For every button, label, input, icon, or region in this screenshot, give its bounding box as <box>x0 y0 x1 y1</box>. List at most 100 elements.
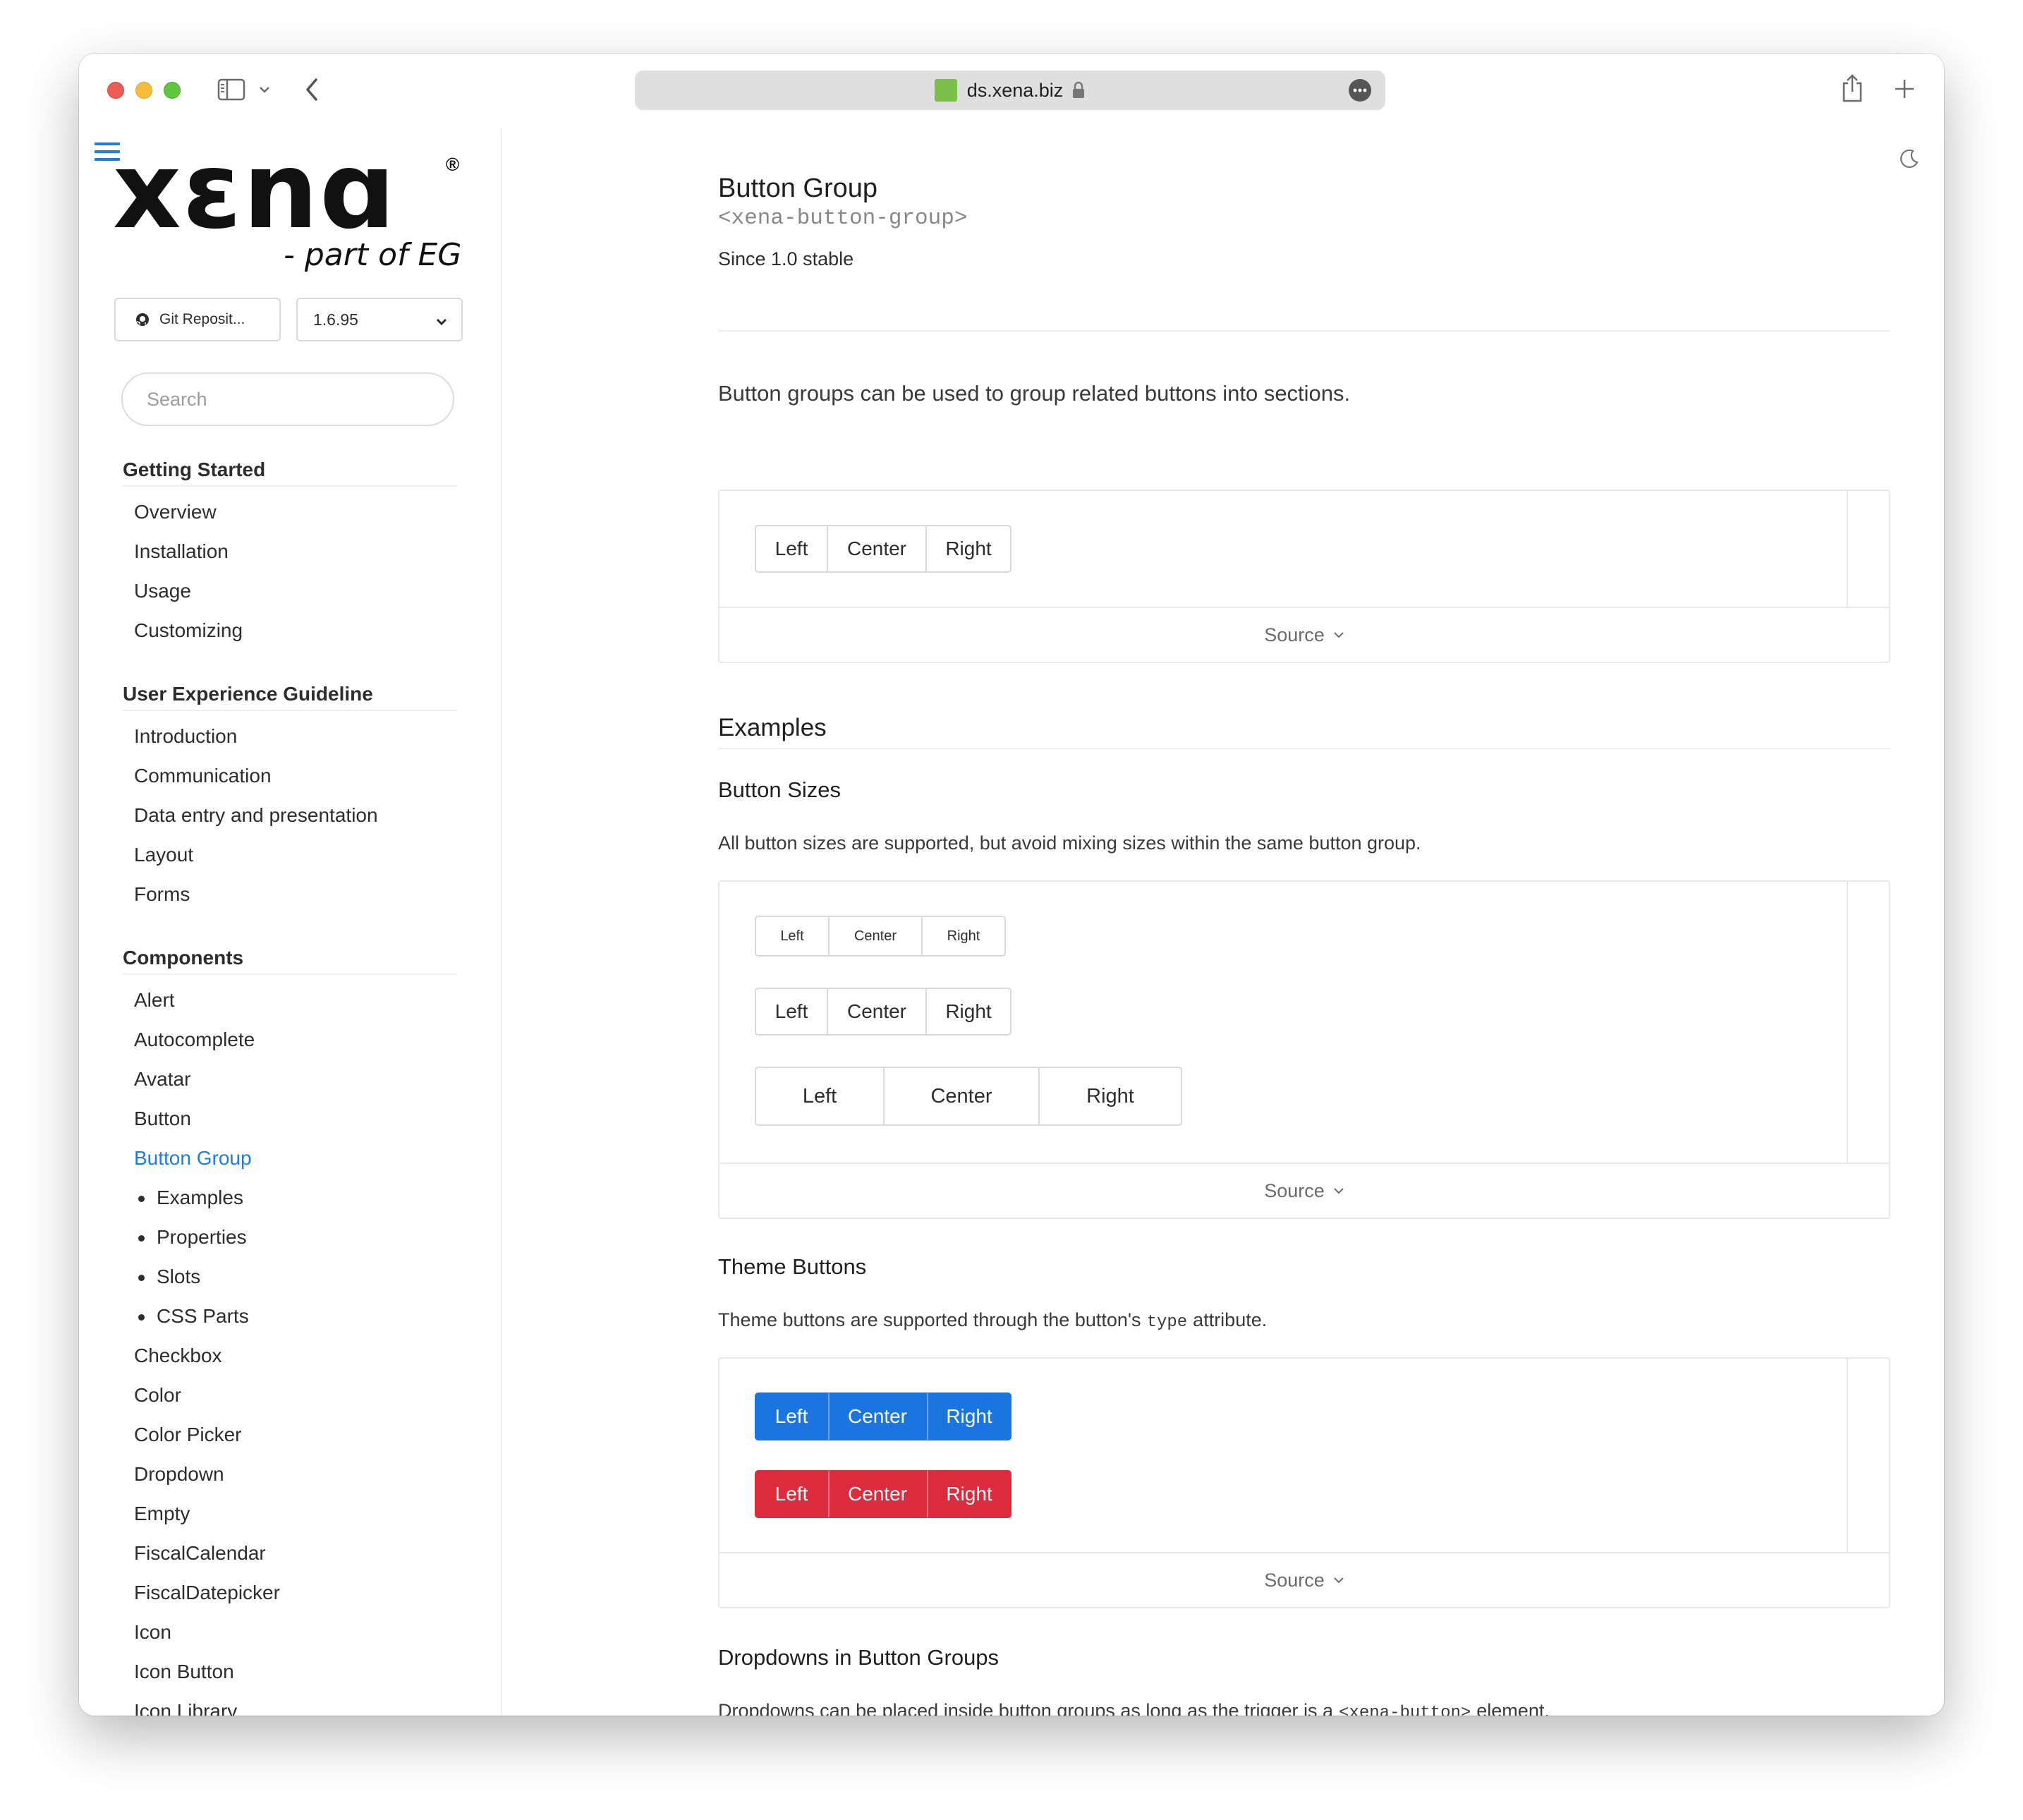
chevron-down-icon <box>1333 1577 1344 1584</box>
nav-heading: User Experience Guideline <box>123 683 457 711</box>
nav-item-empty[interactable]: Empty <box>123 1494 457 1534</box>
nav-item-fiscaldatepicker[interactable]: FiscalDatepicker <box>123 1573 457 1613</box>
nav-item-fiscalcalendar[interactable]: FiscalCalendar <box>123 1534 457 1573</box>
divider <box>718 330 1890 332</box>
nav-item-overview[interactable]: Overview <box>123 492 457 532</box>
demo-preview: Left Center Right Left Center Right Left… <box>719 882 1848 1164</box>
moon-icon[interactable] <box>1899 148 1920 173</box>
nav-item-avatar[interactable]: Avatar <box>123 1060 457 1099</box>
center-button[interactable]: Center <box>830 916 923 957</box>
site-favicon <box>934 79 957 102</box>
source-toggle[interactable]: Source <box>719 1163 1889 1218</box>
center-button[interactable]: Center <box>828 525 927 573</box>
plus-icon[interactable] <box>1890 75 1919 103</box>
button-group-primary: Left Center Right <box>755 1393 1012 1440</box>
address-bar[interactable]: ds.xena.biz <box>635 71 1385 110</box>
center-button[interactable]: Center <box>885 1067 1040 1126</box>
nav-subitem-css-parts[interactable]: CSS Parts <box>123 1297 457 1336</box>
chevron-down-icon[interactable] <box>257 80 272 99</box>
browser-toolbar: ds.xena.biz <box>79 54 1944 128</box>
back-icon[interactable] <box>299 75 324 104</box>
left-button[interactable]: Left <box>755 916 830 957</box>
center-button[interactable]: Center <box>828 1393 927 1440</box>
nav-subitem-slots[interactable]: Slots <box>123 1257 457 1297</box>
source-toggle[interactable]: Source <box>719 607 1889 662</box>
theme-buttons-heading: Theme Buttons <box>718 1254 867 1279</box>
dropdowns-text: Dropdowns can be placed inside button gr… <box>718 1700 1550 1716</box>
nav-item-usage[interactable]: Usage <box>123 571 457 611</box>
sidebar-toggle-icon[interactable] <box>217 78 245 102</box>
text-segment: attribute. <box>1193 1309 1268 1330</box>
button-sizes-text: All button sizes are supported, but avoi… <box>718 832 1421 854</box>
right-button[interactable]: Right <box>1040 1067 1182 1126</box>
nav-item-data-entry[interactable]: Data entry and presentation <box>123 796 457 835</box>
left-button[interactable]: Left <box>755 988 828 1036</box>
nav-item-communication[interactable]: Communication <box>123 756 457 796</box>
lead-paragraph: Button groups can be used to group relat… <box>718 381 1351 406</box>
nav-item-button-group[interactable]: Button Group <box>123 1139 457 1178</box>
docs-sidebar: xɛnɑ ® - part of EG Git Reposit... 1.6.9… <box>79 128 502 1716</box>
nav-item-icon[interactable]: Icon <box>123 1613 457 1652</box>
nav-item-autocomplete[interactable]: Autocomplete <box>123 1020 457 1060</box>
source-label: Source <box>1264 1569 1325 1591</box>
nav-item-icon-library[interactable]: Icon Library <box>123 1692 457 1716</box>
nav-item-layout[interactable]: Layout <box>123 835 457 875</box>
left-button[interactable]: Left <box>755 1470 828 1518</box>
center-button[interactable]: Center <box>828 1470 927 1518</box>
nav-item-button[interactable]: Button <box>123 1099 457 1139</box>
nav-item-installation[interactable]: Installation <box>123 532 457 571</box>
button-sizes-heading: Button Sizes <box>718 777 842 802</box>
nav-section-ux-guideline: User Experience Guideline Introduction C… <box>123 683 457 914</box>
theme-buttons-text: Theme buttons are supported through the … <box>718 1309 1267 1332</box>
right-button[interactable]: Right <box>923 916 1006 957</box>
nav-item-alert[interactable]: Alert <box>123 981 457 1020</box>
zoom-window-button[interactable] <box>164 82 181 99</box>
page-title: Button Group <box>718 174 878 203</box>
git-repository-button[interactable]: Git Reposit... <box>114 298 281 341</box>
nav-item-forms[interactable]: Forms <box>123 875 457 914</box>
nav-heading: Getting Started <box>123 459 457 487</box>
demo-basic: Left Center Right Source <box>718 490 1890 663</box>
nav-item-introduction[interactable]: Introduction <box>123 717 457 756</box>
search-input[interactable] <box>121 372 454 426</box>
url-text: ds.xena.biz <box>966 79 1064 101</box>
share-icon[interactable] <box>1838 72 1866 104</box>
left-button[interactable]: Left <box>755 525 828 573</box>
main-content: Button Group <xena-button-group> Since 1… <box>502 128 1944 1716</box>
examples-heading: Examples <box>718 714 827 741</box>
right-button[interactable]: Right <box>927 988 1012 1036</box>
demo-preview: Left Center Right Left Center Right <box>719 1359 1848 1553</box>
chevron-down-icon <box>1333 1187 1344 1194</box>
nav-item-color-picker[interactable]: Color Picker <box>123 1415 457 1455</box>
nav-item-icon-button[interactable]: Icon Button <box>123 1652 457 1692</box>
right-button[interactable]: Right <box>927 525 1012 573</box>
nav-item-checkbox[interactable]: Checkbox <box>123 1336 457 1376</box>
chevron-down-icon <box>1333 631 1344 638</box>
xena-logo[interactable]: xɛnɑ ® - part of EG <box>113 138 466 286</box>
menu-icon[interactable] <box>95 142 120 164</box>
text-segment: Theme buttons are supported through the … <box>718 1309 1141 1330</box>
minimize-window-button[interactable] <box>135 82 152 99</box>
close-window-button[interactable] <box>107 82 124 99</box>
nav-item-dropdown[interactable]: Dropdown <box>123 1455 457 1494</box>
right-button[interactable]: Right <box>927 1393 1012 1440</box>
nav-section-getting-started: Getting Started Overview Installation Us… <box>123 459 457 650</box>
text-segment: Dropdowns can be placed inside button gr… <box>718 1700 1334 1716</box>
version-select[interactable]: 1.6.95 <box>296 298 463 341</box>
center-button[interactable]: Center <box>828 988 927 1036</box>
component-tag: <xena-button-group> <box>718 206 968 231</box>
nav-subitem-properties[interactable]: Properties <box>123 1218 457 1257</box>
nav-subitem-examples[interactable]: Examples <box>123 1178 457 1218</box>
nav-item-color[interactable]: Color <box>123 1376 457 1415</box>
right-button[interactable]: Right <box>927 1470 1012 1518</box>
left-button[interactable]: Left <box>755 1393 828 1440</box>
more-icon[interactable] <box>1349 79 1371 102</box>
source-toggle[interactable]: Source <box>719 1552 1889 1607</box>
left-button[interactable]: Left <box>755 1067 885 1126</box>
github-icon <box>135 313 150 327</box>
nav-item-customizing[interactable]: Customizing <box>123 611 457 650</box>
demo-preview: Left Center Right <box>719 491 1848 608</box>
lock-icon <box>1071 81 1086 99</box>
git-repository-label: Git Reposit... <box>159 311 245 327</box>
text-segment: element. <box>1476 1700 1550 1716</box>
